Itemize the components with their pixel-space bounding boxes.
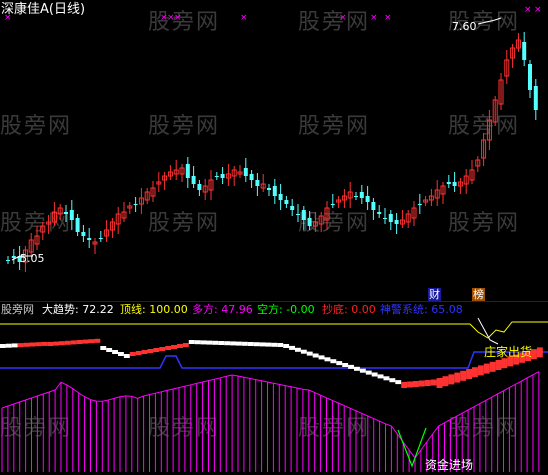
trend-segment <box>247 342 254 346</box>
trend-segment <box>23 342 30 347</box>
trend-segment <box>88 339 95 344</box>
trend-segment <box>306 351 313 356</box>
trend-segment <box>224 341 231 346</box>
capital-in-arrow <box>397 427 427 468</box>
trend-segment <box>218 341 225 345</box>
trend-segment <box>466 369 472 379</box>
trend-segment <box>318 355 325 360</box>
trend-segment <box>188 340 195 344</box>
trend-segment <box>300 349 307 354</box>
trend-segment <box>424 380 431 386</box>
trend-segment <box>536 347 543 358</box>
trend-segment <box>289 345 295 350</box>
trend-segment <box>212 340 219 345</box>
histogram-bars <box>1 371 540 472</box>
trend-segment <box>407 381 413 388</box>
trend-segment <box>64 340 71 345</box>
dealer-exit-label: 庄家出货 <box>484 345 533 359</box>
trend-segment <box>53 341 59 346</box>
trend-segment <box>395 380 402 385</box>
trend-segment <box>295 347 301 352</box>
trend-segment <box>460 370 467 381</box>
trend-segment <box>118 352 124 356</box>
trend-segment <box>489 361 496 372</box>
trend-segment <box>259 342 266 347</box>
trend-segment <box>495 360 502 370</box>
trend-segment <box>312 353 319 358</box>
trend-segment <box>501 358 508 369</box>
trend-segment <box>348 364 354 369</box>
trend-segment <box>472 367 478 378</box>
trend-segment <box>354 366 360 371</box>
trend-segment <box>430 379 437 386</box>
trend-segment <box>236 341 242 346</box>
trend-segment <box>241 341 248 346</box>
trend-segment <box>342 363 349 367</box>
trend-segment <box>442 376 449 387</box>
capital-in-label: 资金进场 <box>425 458 474 472</box>
trend-segment <box>365 370 372 375</box>
trend-segment <box>194 340 201 345</box>
trend-segment <box>371 372 378 377</box>
trend-segment <box>11 343 18 348</box>
trend-segment <box>477 365 484 376</box>
trend-segment <box>448 374 455 385</box>
trend-segment <box>177 344 183 348</box>
trend-segment <box>413 381 419 387</box>
trend-segment <box>59 341 65 346</box>
trend-segment <box>47 342 54 346</box>
trend-segment <box>17 343 24 348</box>
warning-line <box>0 351 548 369</box>
trend-band <box>0 338 543 388</box>
trend-segment <box>165 346 172 350</box>
trend-segment <box>106 348 113 352</box>
trend-segment <box>418 380 425 387</box>
trend-segment <box>147 349 154 353</box>
trend-segment <box>171 345 177 349</box>
trend-segment <box>200 340 207 345</box>
trend-segment <box>483 363 490 374</box>
trend-segment <box>182 343 189 347</box>
trend-segment <box>336 361 343 366</box>
top-line <box>0 321 548 339</box>
trend-segment <box>283 344 290 348</box>
trend-segment <box>159 347 166 351</box>
trend-segment <box>277 343 284 347</box>
trend-segment <box>141 350 148 354</box>
trend-segment <box>324 357 331 362</box>
trend-segment <box>112 350 118 354</box>
trend-segment <box>265 342 272 347</box>
trend-segment <box>94 338 101 343</box>
trend-segment <box>253 342 260 347</box>
histogram-outline <box>1 371 540 459</box>
trend-segment <box>230 341 236 346</box>
trend-segment <box>129 352 136 356</box>
trend-segment <box>5 343 12 348</box>
trend-segment <box>0 344 6 348</box>
trend-segment <box>41 341 48 346</box>
trend-segment <box>330 359 337 364</box>
trend-segment <box>153 348 160 352</box>
trend-segment <box>436 378 443 388</box>
trend-segment <box>82 339 89 344</box>
trend-segment <box>271 342 278 347</box>
trend-segment <box>206 340 213 345</box>
trend-segment <box>35 342 42 347</box>
trend-segment <box>76 340 83 344</box>
indicator-chart[interactable] <box>0 0 548 475</box>
trend-segment <box>123 354 130 358</box>
trend-segment <box>70 340 77 345</box>
trend-segment <box>29 342 36 347</box>
trend-segment <box>359 368 366 373</box>
trend-segment <box>377 374 384 379</box>
trend-segment <box>401 382 408 388</box>
trend-segment <box>135 351 142 355</box>
trend-segment <box>100 346 107 350</box>
trend-segment <box>389 378 396 383</box>
trend-segment <box>454 372 461 383</box>
trend-segment <box>383 376 390 381</box>
